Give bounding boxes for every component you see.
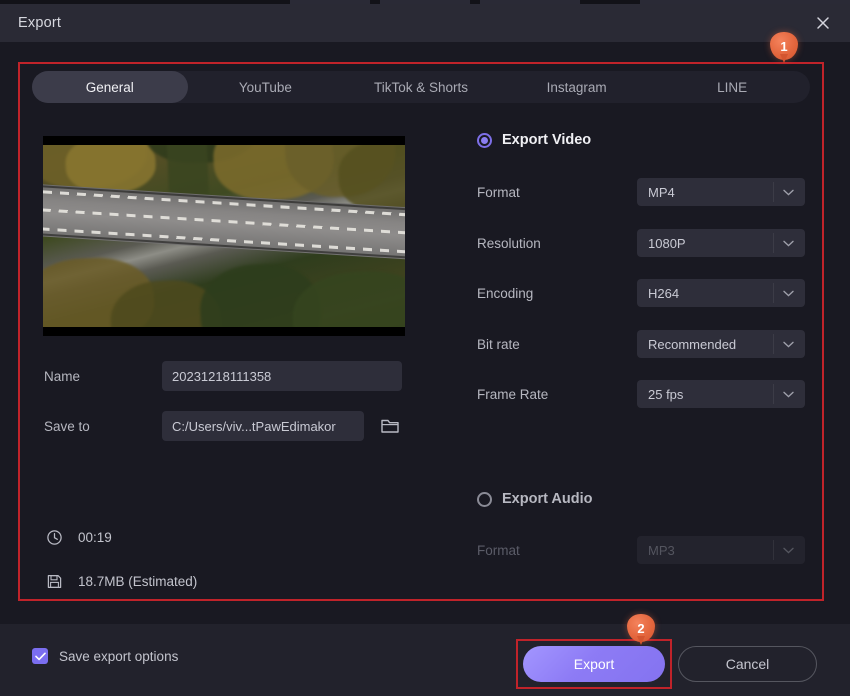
format-value: MP4 bbox=[648, 184, 675, 200]
video-preview-thumbnail bbox=[43, 136, 405, 336]
encoding-value: H264 bbox=[648, 285, 680, 301]
resolution-row: Resolution 1080P bbox=[477, 229, 805, 257]
tab-line[interactable]: LINE bbox=[654, 71, 810, 103]
name-label: Name bbox=[44, 368, 81, 384]
tab-tiktok[interactable]: TikTok & Shorts bbox=[343, 71, 499, 103]
browse-folder-button[interactable] bbox=[378, 414, 402, 438]
tab-youtube[interactable]: YouTube bbox=[188, 71, 344, 103]
export-video-radio[interactable] bbox=[477, 132, 492, 148]
duration-row: 00:19 bbox=[46, 529, 112, 546]
frame-rate-select[interactable]: 25 fps bbox=[637, 380, 805, 408]
format-label: Format bbox=[477, 184, 520, 200]
export-video-radio-row[interactable]: Export Video bbox=[477, 132, 591, 148]
save-disk-icon bbox=[46, 573, 68, 590]
chevron-down-icon bbox=[780, 330, 796, 358]
close-icon bbox=[817, 17, 829, 29]
name-row: Name bbox=[44, 361, 402, 391]
bit-rate-row: Bit rate Recommended bbox=[477, 330, 805, 358]
save-export-options-label: Save export options bbox=[59, 648, 179, 664]
dialog-titlebar: Export bbox=[0, 4, 850, 42]
dialog-title: Export bbox=[18, 15, 62, 31]
encoding-select[interactable]: H264 bbox=[637, 279, 805, 307]
annotation-badge-2: 2 bbox=[627, 614, 655, 645]
format-row: Format MP4 bbox=[477, 178, 805, 206]
tab-instagram[interactable]: Instagram bbox=[499, 71, 655, 103]
chevron-down-icon bbox=[780, 279, 796, 307]
file-size-value: 18.7MB (Estimated) bbox=[78, 574, 198, 589]
bit-rate-label: Bit rate bbox=[477, 336, 520, 352]
export-video-label: Export Video bbox=[502, 132, 592, 148]
audio-format-row: Format MP3 bbox=[477, 536, 805, 564]
export-audio-radio[interactable] bbox=[477, 491, 492, 507]
audio-format-label: Format bbox=[477, 542, 520, 558]
file-size-row: 18.7MB (Estimated) bbox=[46, 573, 197, 590]
chevron-down-icon bbox=[780, 380, 796, 408]
tab-general[interactable]: General bbox=[32, 71, 188, 103]
format-select[interactable]: MP4 bbox=[637, 178, 805, 206]
encoding-label: Encoding bbox=[477, 285, 534, 301]
bit-rate-value: Recommended bbox=[648, 336, 737, 352]
save-to-label: Save to bbox=[44, 418, 90, 434]
clock-icon bbox=[46, 529, 68, 546]
encoding-row: Encoding H264 bbox=[477, 279, 805, 307]
export-dialog: Export General YouTube TikTok & Shorts I… bbox=[0, 0, 850, 696]
save-export-options-checkbox[interactable] bbox=[32, 648, 48, 664]
folder-icon bbox=[381, 419, 399, 433]
check-icon bbox=[34, 652, 46, 660]
audio-format-value: MP3 bbox=[648, 542, 675, 558]
save-to-input[interactable] bbox=[162, 411, 364, 441]
export-button[interactable]: Export bbox=[523, 646, 665, 682]
duration-value: 00:19 bbox=[78, 530, 112, 545]
frame-rate-value: 25 fps bbox=[648, 386, 684, 402]
chevron-down-icon bbox=[780, 178, 796, 206]
frame-rate-row: Frame Rate 25 fps bbox=[477, 380, 805, 408]
export-audio-radio-row[interactable]: Export Audio bbox=[477, 491, 592, 507]
name-input[interactable] bbox=[162, 361, 402, 391]
frame-rate-label: Frame Rate bbox=[477, 386, 549, 402]
chevron-down-icon bbox=[780, 536, 796, 564]
audio-format-select: MP3 bbox=[637, 536, 805, 564]
close-button[interactable] bbox=[800, 4, 846, 42]
bit-rate-select[interactable]: Recommended bbox=[637, 330, 805, 358]
save-to-row: Save to bbox=[44, 411, 402, 441]
cancel-button[interactable]: Cancel bbox=[678, 646, 817, 682]
radio-dot bbox=[481, 136, 488, 144]
resolution-select[interactable]: 1080P bbox=[637, 229, 805, 257]
export-audio-label: Export Audio bbox=[502, 491, 593, 507]
resolution-value: 1080P bbox=[648, 235, 686, 251]
save-export-options-row[interactable]: Save export options bbox=[32, 648, 178, 664]
export-preset-tabs: General YouTube TikTok & Shorts Instagra… bbox=[32, 71, 810, 103]
preview-frame-image bbox=[43, 136, 405, 336]
annotation-badge-1: 1 bbox=[770, 32, 798, 63]
chevron-down-icon bbox=[780, 229, 796, 257]
resolution-label: Resolution bbox=[477, 235, 541, 251]
